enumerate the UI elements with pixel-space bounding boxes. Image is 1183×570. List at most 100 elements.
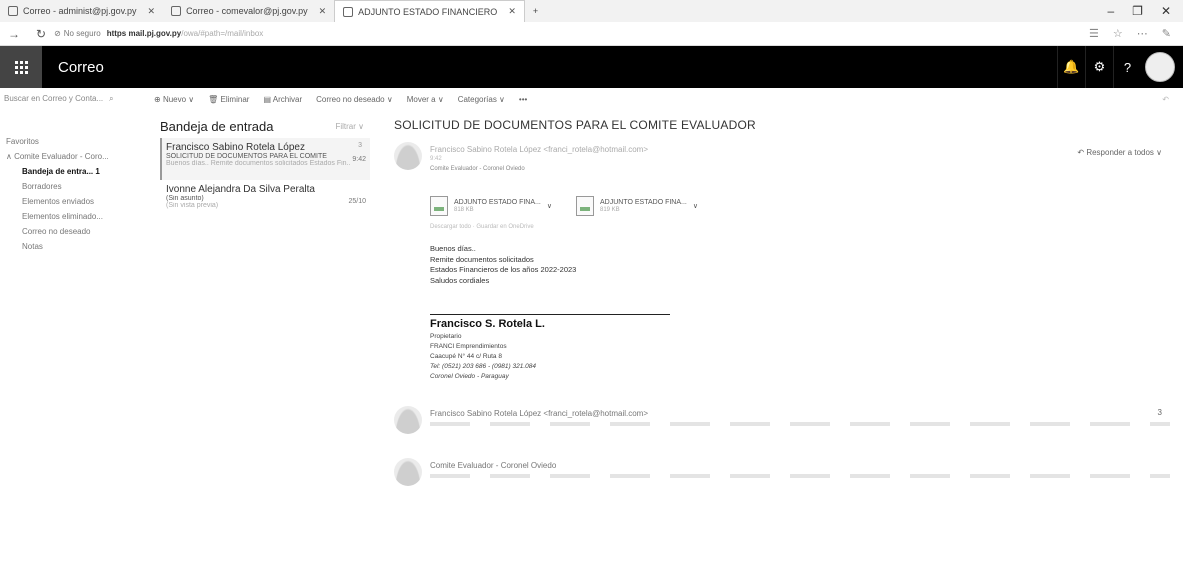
- filter-button[interactable]: Filtrar ∨: [335, 122, 370, 131]
- thread-sender: Francisco Sabino Rotela López <franci_ro…: [430, 409, 649, 418]
- delete-button[interactable]: 🗑 Eliminar: [208, 95, 249, 104]
- list-item[interactable]: Ivonne Alejandra Da Silva Peralta (Sin a…: [160, 180, 370, 222]
- not-secure-icon[interactable]: ⊘: [54, 29, 61, 38]
- app-title[interactable]: Correo: [58, 59, 104, 76]
- close-icon[interactable]: ✕: [1161, 4, 1171, 18]
- message-preview: Buenos días.. Remite documentos solicita…: [166, 160, 351, 167]
- undo-icon[interactable]: ↶: [1162, 95, 1183, 104]
- browser-tab-strip: Correo - administ@pj.gov.py ✕ Correo - c…: [0, 0, 1183, 22]
- search-icon[interactable]: ⌕: [109, 94, 113, 104]
- attachment-name: ADJUNTO ESTADO FINA...: [600, 199, 687, 206]
- minimize-icon[interactable]: –: [1107, 4, 1114, 18]
- attachment-size: 818 KB: [454, 207, 474, 213]
- favorite-star-icon[interactable]: ☆: [1113, 27, 1123, 40]
- security-label: No seguro: [63, 29, 101, 38]
- categories-label: Categorías: [457, 94, 497, 104]
- sender-name[interactable]: Francisco Sabino Rotela López <franci_ro…: [430, 145, 648, 154]
- chevron-down-icon[interactable]: ∨: [693, 202, 698, 210]
- reader-icon[interactable]: ☰: [1089, 27, 1099, 40]
- folder-junk[interactable]: Correo no deseado: [0, 224, 152, 239]
- more-icon[interactable]: ⋯: [1137, 27, 1148, 40]
- address-bar: → ↻ ⊘ No seguro https mail.pj.gov.py/owa…: [0, 22, 1183, 46]
- tab-label: ADJUNTO ESTADO FINANCIERO: [358, 6, 498, 17]
- thread-count: 3: [358, 142, 362, 149]
- message-subject: SOLICITUD DE DOCUMENTOS PARA EL COMITE: [166, 153, 327, 160]
- message-sender: Francisco Sabino Rotela López: [166, 142, 305, 153]
- browser-tab-1[interactable]: Correo - administ@pj.gov.py ✕: [0, 0, 163, 22]
- signature-line: Coronel Oviedo - Paraguay: [430, 373, 509, 380]
- command-bar: Buscar en Correo y Conta... ⌕ ⊕ Nuevo ∨ …: [0, 88, 1183, 110]
- reply-all-label: Responder a todos: [1086, 148, 1154, 157]
- favorites-header[interactable]: Favoritos: [0, 134, 152, 149]
- gear-icon[interactable]: ⚙: [1085, 46, 1113, 88]
- url-field[interactable]: https mail.pj.gov.py/owa/#path=/mail/inb…: [107, 29, 264, 38]
- folder-deleted[interactable]: Elementos eliminado...: [0, 209, 152, 224]
- attachment-card[interactable]: ADJUNTO ESTADO FINA... 818 KB ∨: [430, 196, 552, 216]
- thread-sender: Comite Evaluador - Coronel Oviedo: [430, 461, 557, 470]
- attachment-actions[interactable]: Descargar todo · Guardar en OneDrive: [430, 224, 1174, 230]
- search-input[interactable]: Buscar en Correo y Conta... ⌕: [0, 94, 140, 104]
- close-tab-icon[interactable]: ✕: [319, 6, 327, 17]
- email-signature: Francisco S. Rotela L. Propietario FRANC…: [430, 319, 1174, 382]
- extensions-icon[interactable]: ✎: [1162, 27, 1171, 40]
- list-item[interactable]: Francisco Sabino Rotela López SOLICITUD …: [160, 138, 370, 180]
- archive-button[interactable]: ▤ Archivar: [263, 95, 302, 104]
- maximize-icon[interactable]: ❐: [1132, 4, 1143, 18]
- header-actions: 🔔 ⚙ ?: [1057, 46, 1183, 88]
- refresh-icon[interactable]: ↻: [36, 27, 46, 41]
- chevron-down-icon[interactable]: ∨: [547, 202, 552, 210]
- sender-avatar: [394, 458, 422, 486]
- account-header[interactable]: ∧ Comite Evaluador - Coro...: [0, 149, 152, 164]
- more-commands-button[interactable]: •••: [519, 95, 527, 104]
- folder-pane: Favoritos ∧ Comite Evaluador - Coro... B…: [0, 134, 152, 254]
- folder-notes[interactable]: Notas: [0, 239, 152, 254]
- email-body: Buenos días.. Remite documentos solicita…: [430, 244, 1174, 286]
- folder-inbox[interactable]: Bandeja de entra... 1: [0, 164, 152, 179]
- help-icon[interactable]: ?: [1113, 46, 1141, 88]
- message-preview: (Sin vista previa): [166, 202, 219, 209]
- app-launcher-icon[interactable]: [0, 46, 42, 88]
- reply-all-button[interactable]: ↶ Responder a todos ∨: [1077, 148, 1162, 157]
- account-label: Comite Evaluador - Coro...: [14, 152, 109, 161]
- attachment-size: 819 KB: [600, 207, 620, 213]
- thread-preview: [430, 474, 1170, 478]
- body-line: Estados Financieros de los años 2022-202…: [430, 265, 577, 274]
- attachment-name: ADJUNTO ESTADO FINA...: [454, 199, 541, 206]
- search-placeholder: Buscar en Correo y Conta...: [4, 94, 104, 103]
- new-label: Nuevo: [162, 94, 187, 104]
- document-favicon: [343, 6, 354, 17]
- thread-message[interactable]: Comite Evaluador - Coronel Oviedo: [394, 458, 1174, 498]
- url-host: https mail.pj.gov.py: [106, 29, 182, 38]
- new-button[interactable]: ⊕ Nuevo ∨: [154, 95, 194, 104]
- close-tab-icon[interactable]: ✕: [148, 6, 156, 17]
- bell-icon[interactable]: 🔔: [1057, 46, 1085, 88]
- avatar[interactable]: [1145, 52, 1175, 82]
- tab-label: Correo - administ@pj.gov.py: [23, 6, 137, 16]
- sender-avatar: [394, 142, 422, 170]
- message-time: 25/10: [348, 198, 366, 205]
- email-header: Francisco Sabino Rotela López <franci_ro…: [394, 142, 1174, 194]
- signature-line: Propietario: [430, 333, 462, 340]
- email-recipient[interactable]: Comite Evaluador - Coronel Oviedo: [430, 166, 525, 172]
- close-tab-icon[interactable]: ✕: [508, 6, 516, 17]
- message-list: Bandeja de entrada Filtrar ∨ Francisco S…: [160, 114, 370, 222]
- forward-icon[interactable]: →: [8, 27, 20, 41]
- browser-tab-2[interactable]: Correo - comevalor@pj.gov.py ✕: [163, 0, 334, 22]
- move-button[interactable]: Mover a ∨: [407, 95, 444, 104]
- folder-sent[interactable]: Elementos enviados: [0, 194, 152, 209]
- window-controls: – ❐ ✕: [1107, 4, 1183, 18]
- move-label: Mover a: [406, 94, 436, 104]
- folder-drafts[interactable]: Borradores: [0, 179, 152, 194]
- thread-message[interactable]: Francisco Sabino Rotela López <franci_ro…: [394, 406, 1174, 446]
- junk-button[interactable]: Correo no deseado ∨: [316, 95, 393, 104]
- thread-preview: [430, 422, 1170, 426]
- url-path: /owa/#path=/mail/inbox: [181, 29, 264, 38]
- tab-label: Correo - comevalor@pj.gov.py: [186, 6, 308, 16]
- categories-button[interactable]: Categorías ∨: [458, 95, 505, 104]
- reading-pane: SOLICITUD DE DOCUMENTOS PARA EL COMITE E…: [394, 118, 1174, 498]
- browser-tab-3[interactable]: ADJUNTO ESTADO FINANCIERO ✕: [334, 0, 525, 22]
- attachment-card[interactable]: ADJUNTO ESTADO FINA... 819 KB ∨: [576, 196, 698, 216]
- spreadsheet-file-icon: [576, 196, 594, 216]
- filter-label: Filtrar: [335, 121, 356, 131]
- new-tab-button[interactable]: +: [525, 0, 546, 22]
